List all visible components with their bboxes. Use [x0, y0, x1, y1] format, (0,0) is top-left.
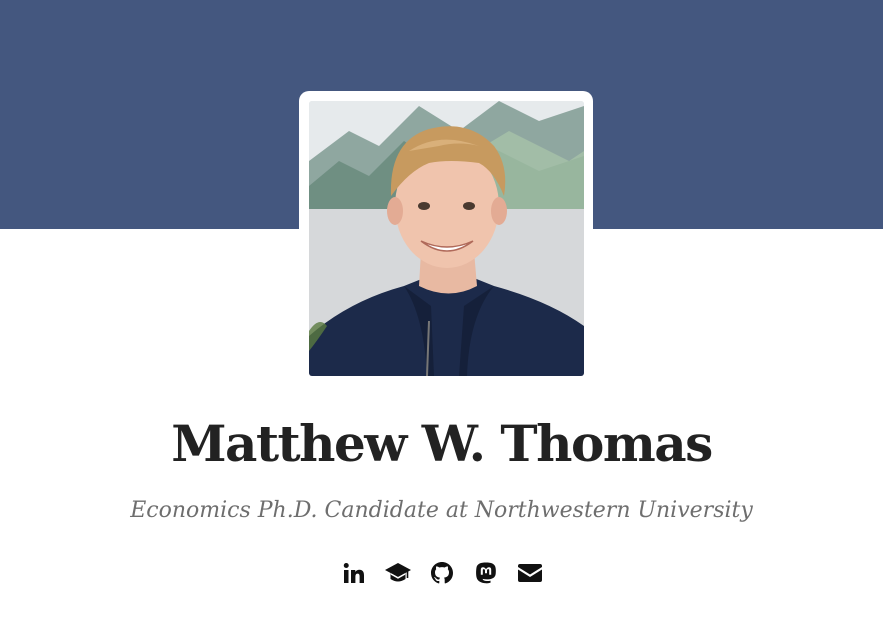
github-icon [430, 562, 453, 584]
graduation-cap-icon [384, 563, 411, 582]
mastodon-link[interactable] [473, 560, 499, 586]
google-scholar-link[interactable] [384, 560, 411, 586]
github-link[interactable] [429, 560, 455, 586]
envelope-icon [517, 564, 542, 582]
email-link[interactable] [517, 560, 543, 586]
social-links [0, 556, 883, 590]
profile-photo [309, 101, 584, 376]
profile-page: Matthew W. Thomas Economics Ph.D. Candid… [0, 0, 883, 632]
profile-name: Matthew W. Thomas [171, 414, 713, 473]
mastodon-icon [475, 562, 496, 584]
profile-photo-frame [299, 91, 593, 385]
linkedin-icon [343, 563, 364, 583]
linkedin-link[interactable] [341, 560, 367, 586]
portrait-illustration [309, 101, 584, 376]
profile-subtitle: Economics Ph.D. Candidate at Northwester… [130, 498, 753, 523]
